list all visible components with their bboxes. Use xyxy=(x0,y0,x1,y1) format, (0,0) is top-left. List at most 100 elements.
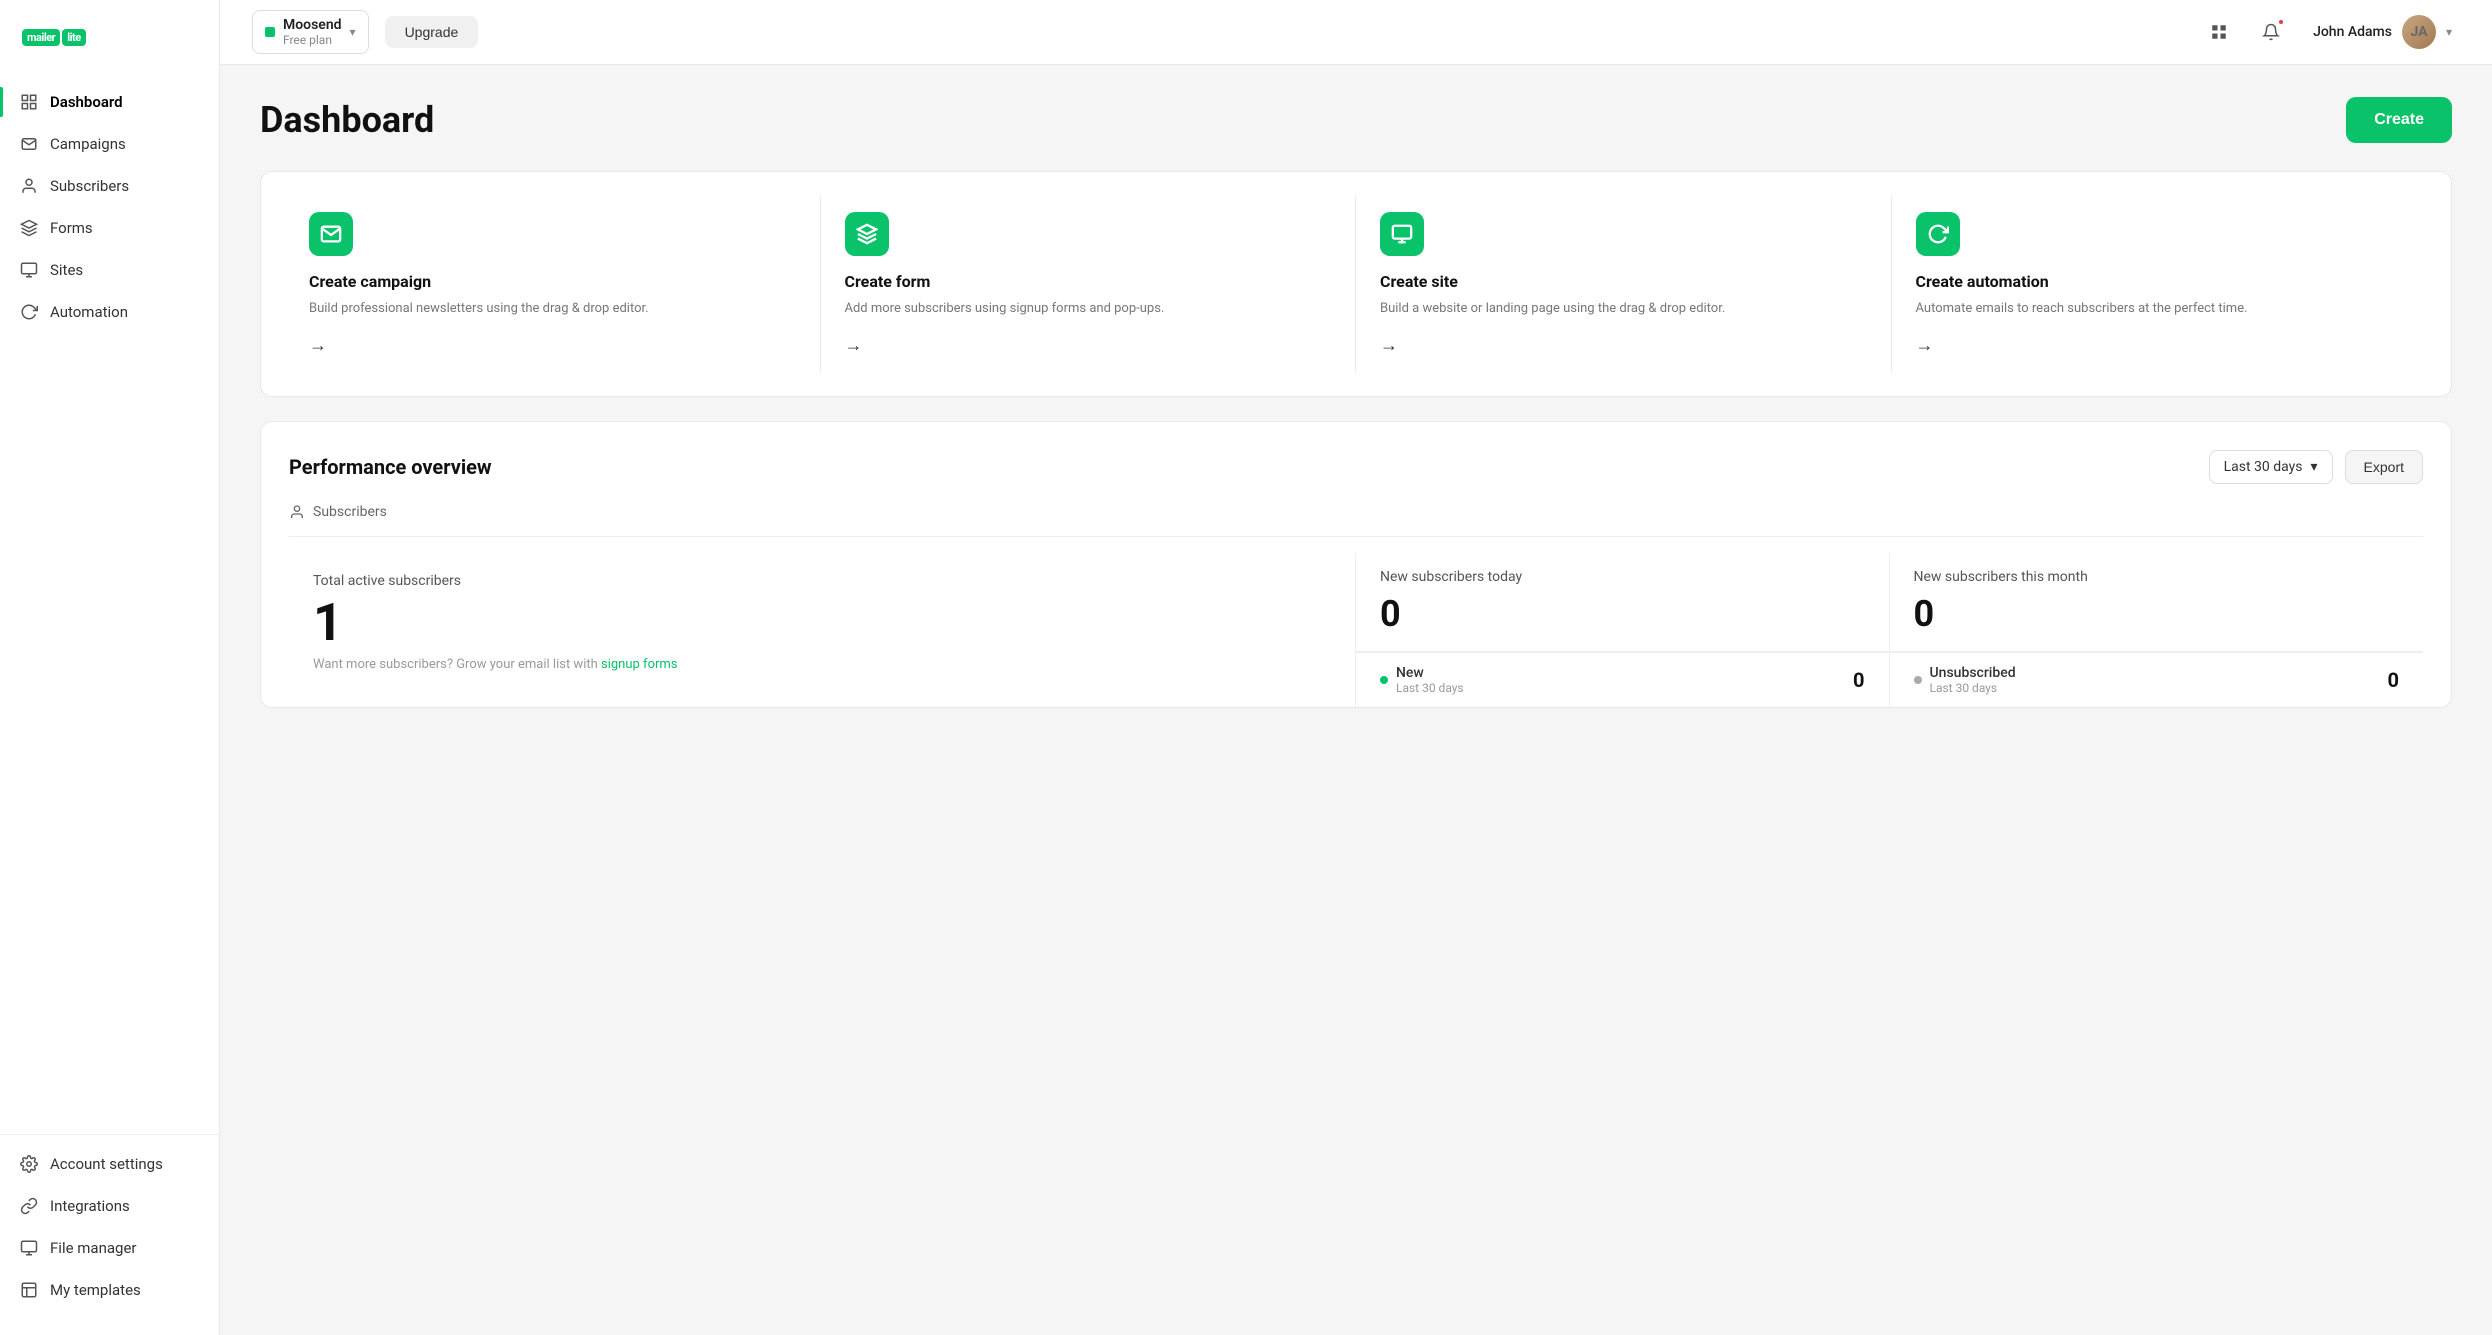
green-dot xyxy=(1380,676,1388,684)
grid-icon xyxy=(2210,23,2228,41)
notification-badge xyxy=(2277,18,2285,26)
unsubscribed-row: Unsubscribed Last 30 days 0 xyxy=(1890,652,2424,707)
total-active-stat: Total active subscribers 1 Want more sub… xyxy=(289,553,1356,707)
nav-divider xyxy=(0,1134,219,1135)
layers-icon xyxy=(856,223,878,245)
header-left: Moosend Free plan ▾ Upgrade xyxy=(252,10,478,54)
user-chevron-icon: ▾ xyxy=(2446,25,2452,39)
subscribers-section-label: Subscribers xyxy=(313,504,387,520)
action-title: Create site xyxy=(1380,272,1867,291)
new-subscribers-row: New Last 30 days 0 xyxy=(1356,652,1889,707)
subscribers-section-icon xyxy=(289,504,305,520)
workspace-info: Moosend Free plan xyxy=(283,17,342,47)
sidebar-item-sites[interactable]: Sites xyxy=(0,249,219,291)
quick-action-automation[interactable]: Create automation Automate emails to rea… xyxy=(1892,196,2428,372)
new-today-value: 0 xyxy=(1380,593,1865,635)
sidebar-item-label: Automation xyxy=(50,303,128,321)
sidebar-item-automation[interactable]: Automation xyxy=(0,291,219,333)
quick-action-site[interactable]: Create site Build a website or landing p… xyxy=(1356,196,1892,372)
action-arrow: → xyxy=(1380,335,1867,356)
action-description: Add more subscribers using signup forms … xyxy=(845,299,1332,319)
logo-badge: lite xyxy=(62,29,86,46)
sites-icon xyxy=(20,261,38,279)
page-title: Dashboard xyxy=(260,99,434,141)
workspace-name: Moosend xyxy=(283,17,342,33)
automation-icon-wrap xyxy=(1916,212,1960,256)
total-active-value: 1 xyxy=(313,597,1331,649)
sidebar-item-label: Forms xyxy=(50,219,93,237)
new-today-column: New subscribers today 0 New Last 30 days xyxy=(1356,553,1890,707)
settings-icon xyxy=(20,1155,38,1173)
workspace-selector[interactable]: Moosend Free plan ▾ xyxy=(252,10,369,54)
sidebar-item-label: Sites xyxy=(50,261,83,279)
sidebar-item-account-settings[interactable]: Account settings xyxy=(0,1143,219,1185)
subscribers-section: Subscribers Total active subscribers 1 W… xyxy=(289,504,2423,707)
avatar: JA xyxy=(2402,15,2436,49)
sidebar-nav: Dashboard Campaigns Subscribers Forms Si… xyxy=(0,81,219,1311)
sidebar-item-subscribers[interactable]: Subscribers xyxy=(0,165,219,207)
templates-icon xyxy=(20,1281,38,1299)
action-arrow: → xyxy=(845,335,1332,356)
sidebar-item-label: Account settings xyxy=(50,1155,163,1173)
date-filter-dropdown[interactable]: Last 30 days ▾ xyxy=(2209,450,2333,484)
create-button[interactable]: Create xyxy=(2346,97,2452,143)
sidebar-item-label: Campaigns xyxy=(50,135,126,153)
performance-header: Performance overview Last 30 days ▾ Expo… xyxy=(289,450,2423,484)
new-today-stat: New subscribers today 0 xyxy=(1356,553,1889,652)
campaign-icon-wrap xyxy=(309,212,353,256)
export-button[interactable]: Export xyxy=(2345,450,2423,484)
form-icon-wrap xyxy=(845,212,889,256)
new-value: 0 xyxy=(1853,668,1864,692)
new-label: New xyxy=(1396,665,1464,681)
signup-forms-link[interactable]: signup forms xyxy=(601,657,678,672)
stats-grid: Total active subscribers 1 Want more sub… xyxy=(289,553,2423,707)
action-title: Create campaign xyxy=(309,272,796,291)
header-right: John Adams JA ▾ xyxy=(2201,11,2460,53)
integrations-icon xyxy=(20,1197,38,1215)
action-arrow: → xyxy=(1916,335,2404,356)
file-manager-icon xyxy=(20,1239,38,1257)
site-icon-wrap xyxy=(1380,212,1424,256)
notifications-button[interactable] xyxy=(2253,14,2289,50)
sidebar-item-integrations[interactable]: Integrations xyxy=(0,1185,219,1227)
sidebar-item-dashboard[interactable]: Dashboard xyxy=(0,81,219,123)
gray-dot xyxy=(1914,676,1922,684)
content-area: Dashboard Create Create campaign Build p… xyxy=(220,65,2492,1335)
new-month-stat: New subscribers this month 0 xyxy=(1890,553,2424,652)
grow-text: Want more subscribers? Grow your email l… xyxy=(313,657,1331,672)
sidebar-item-label: Dashboard xyxy=(50,93,123,111)
envelope-icon xyxy=(320,223,342,245)
performance-controls: Last 30 days ▾ Export xyxy=(2209,450,2423,484)
quick-action-campaign[interactable]: Create campaign Build professional newsl… xyxy=(285,196,821,372)
quick-action-form[interactable]: Create form Add more subscribers using s… xyxy=(821,196,1357,372)
action-description: Build professional newsletters using the… xyxy=(309,299,796,319)
sidebar: mailerlite Dashboard Campaigns Subscribe… xyxy=(0,0,220,1335)
sidebar-item-file-manager[interactable]: File manager xyxy=(0,1227,219,1269)
unsubscribed-label: Unsubscribed xyxy=(1930,665,2016,681)
performance-card: Performance overview Last 30 days ▾ Expo… xyxy=(260,421,2452,708)
dashboard-icon xyxy=(20,93,38,111)
refresh-icon xyxy=(1927,223,1949,245)
workspace-plan: Free plan xyxy=(283,33,342,47)
sidebar-item-my-templates[interactable]: My templates xyxy=(0,1269,219,1311)
new-period: Last 30 days xyxy=(1396,681,1464,695)
upgrade-button[interactable]: Upgrade xyxy=(385,16,479,48)
new-today-label: New subscribers today xyxy=(1380,569,1865,585)
new-month-label: New subscribers this month xyxy=(1914,569,2400,585)
sidebar-item-campaigns[interactable]: Campaigns xyxy=(0,123,219,165)
date-filter-label: Last 30 days xyxy=(2224,459,2303,475)
user-menu[interactable]: John Adams JA ▾ xyxy=(2305,11,2460,53)
new-month-value: 0 xyxy=(1914,593,2400,635)
performance-title: Performance overview xyxy=(289,455,492,479)
action-description: Build a website or landing page using th… xyxy=(1380,299,1867,319)
main-content: Moosend Free plan ▾ Upgrade John Adams J… xyxy=(220,0,2492,1335)
new-month-column: New subscribers this month 0 Unsubscribe… xyxy=(1890,553,2424,707)
grid-view-button[interactable] xyxy=(2201,14,2237,50)
workspace-dot xyxy=(265,27,275,37)
unsubscribed-period: Last 30 days xyxy=(1930,681,2016,695)
chevron-down-icon: ▾ xyxy=(2311,459,2318,475)
sidebar-item-forms[interactable]: Forms xyxy=(0,207,219,249)
action-description: Automate emails to reach subscribers at … xyxy=(1916,299,2404,319)
total-active-label: Total active subscribers xyxy=(313,573,1331,589)
header: Moosend Free plan ▾ Upgrade John Adams J… xyxy=(220,0,2492,65)
